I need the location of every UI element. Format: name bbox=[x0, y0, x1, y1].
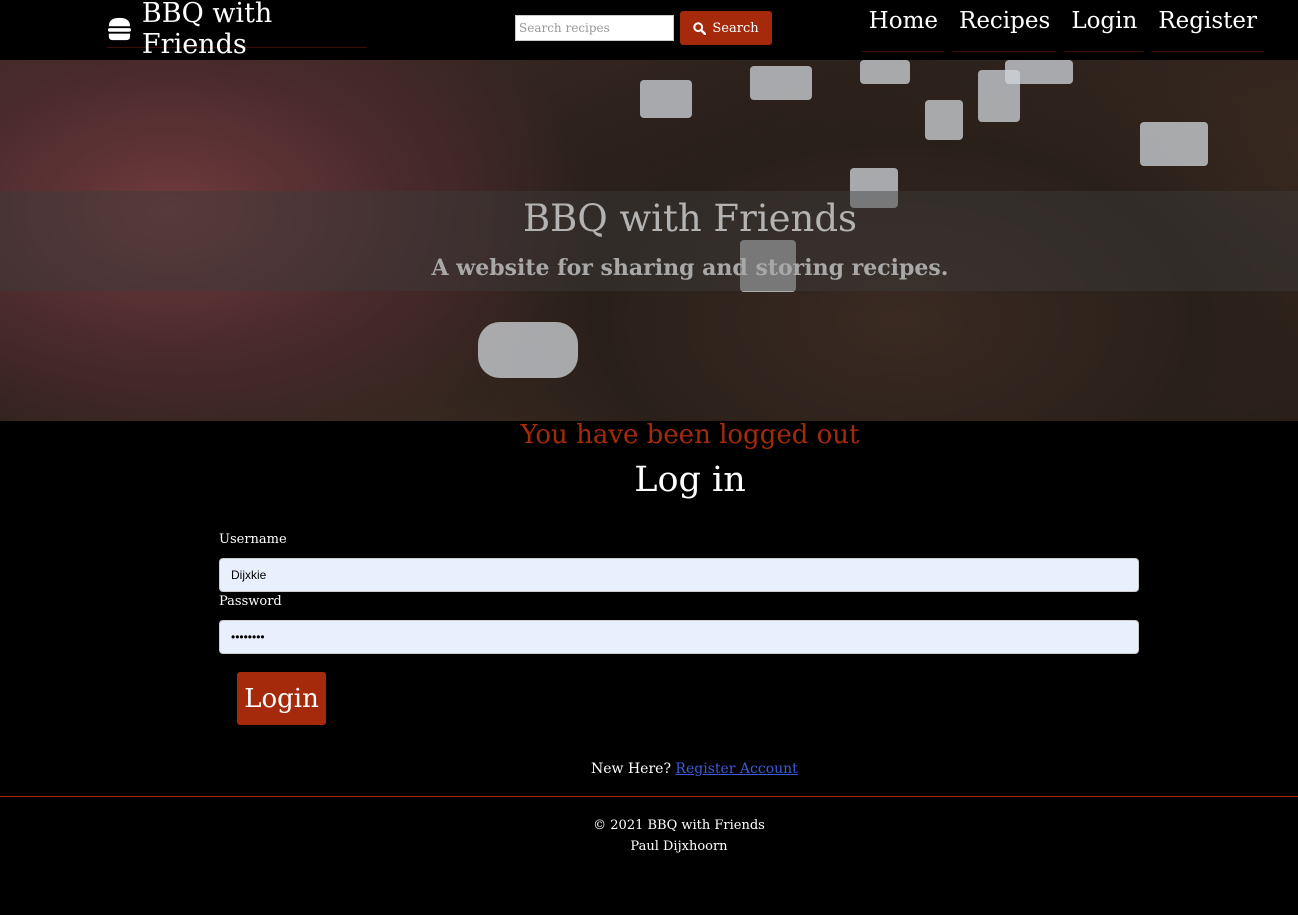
password-label: Password bbox=[219, 594, 282, 609]
hamburger-icon bbox=[107, 17, 131, 40]
footer-copyright: © 2021 BBQ with Friends bbox=[593, 818, 765, 833]
nav-home[interactable]: Home bbox=[861, 0, 945, 52]
hero-image-detail bbox=[925, 100, 963, 140]
navbar: BBQ with Friends Search Home Recipes Log… bbox=[0, 0, 1298, 60]
new-here-text: New Here? bbox=[591, 761, 671, 777]
username-field[interactable] bbox=[219, 558, 1139, 592]
flash-message: You have been logged out bbox=[520, 420, 860, 450]
hero-image-detail bbox=[478, 322, 578, 378]
footer-author: Paul Dijxhoorn bbox=[630, 839, 728, 854]
password-field[interactable] bbox=[219, 620, 1139, 654]
page-title: Log in bbox=[634, 460, 746, 500]
hero-image-detail bbox=[640, 80, 692, 118]
register-account-link[interactable]: Register Account bbox=[675, 761, 797, 777]
hero-image-detail bbox=[1140, 122, 1208, 166]
nav-login[interactable]: Login bbox=[1064, 0, 1145, 52]
footer: © 2021 BBQ with Friends Paul Dijxhoorn bbox=[0, 796, 1298, 915]
search-icon bbox=[693, 21, 707, 35]
search-button-label: Search bbox=[712, 20, 759, 36]
hero-banner: BBQ with Friends A website for sharing a… bbox=[0, 60, 1298, 421]
nav-recipes[interactable]: Recipes bbox=[952, 0, 1058, 52]
search-form: Search bbox=[515, 11, 772, 45]
login-button[interactable]: Login bbox=[237, 672, 326, 725]
hero-subtitle: A website for sharing and storing recipe… bbox=[431, 255, 949, 281]
brand-text: BBQ with Friends bbox=[141, 0, 273, 60]
search-button[interactable]: Search bbox=[680, 11, 772, 45]
nav-links: Home Recipes Login Register bbox=[861, 0, 1264, 52]
hero-image-detail bbox=[860, 60, 910, 84]
brand-link[interactable]: BBQ with Friends bbox=[107, 0, 367, 60]
hero-image-detail bbox=[750, 66, 812, 100]
hero-image-detail bbox=[1005, 60, 1073, 84]
register-prompt: New Here? Register Account bbox=[591, 761, 798, 777]
nav-register[interactable]: Register bbox=[1151, 0, 1264, 52]
search-input[interactable] bbox=[515, 15, 674, 41]
hero-title: BBQ with Friends bbox=[522, 197, 858, 240]
username-label: Username bbox=[219, 532, 287, 547]
